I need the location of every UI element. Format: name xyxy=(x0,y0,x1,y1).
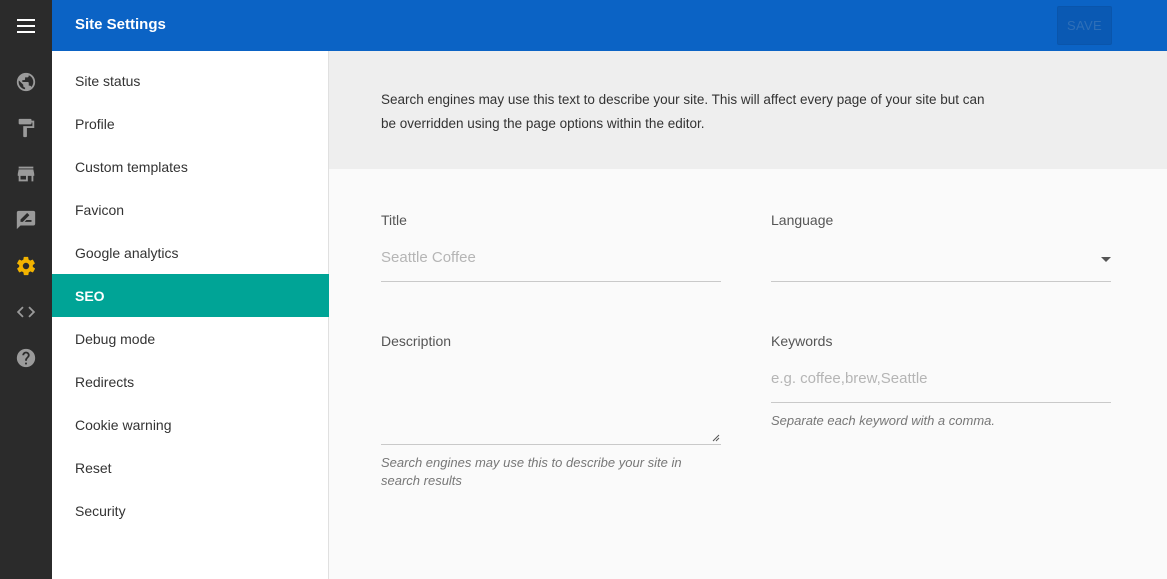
language-underline xyxy=(771,281,1111,282)
code-icon[interactable] xyxy=(0,289,52,335)
settings-menu: Site status Profile Custom templates Fav… xyxy=(52,51,329,579)
menu-item-debug-mode[interactable]: Debug mode xyxy=(52,317,329,360)
keywords-hint: Separate each keyword with a comma. xyxy=(771,413,995,428)
edit-note-icon[interactable] xyxy=(0,197,52,243)
title-underline xyxy=(381,281,721,282)
top-app-bar: Site Settings SAVE xyxy=(52,0,1167,51)
help-icon[interactable] xyxy=(0,335,52,381)
keywords-underline xyxy=(771,402,1111,403)
keywords-label: Keywords xyxy=(771,333,833,349)
title-input[interactable]: Seattle Coffee xyxy=(381,249,721,266)
paint-roller-icon[interactable] xyxy=(0,105,52,151)
menu-item-custom-templates[interactable]: Custom templates xyxy=(52,145,329,188)
resize-handle-icon[interactable] xyxy=(712,434,720,442)
menu-item-reset[interactable]: Reset xyxy=(52,446,329,489)
keywords-input[interactable]: e.g. coffee,brew,Seattle xyxy=(771,370,1111,387)
menu-item-security[interactable]: Security xyxy=(52,489,329,532)
menu-icon[interactable] xyxy=(0,0,52,51)
language-select[interactable] xyxy=(771,249,1091,271)
globe-icon[interactable] xyxy=(0,59,52,105)
gear-icon[interactable] xyxy=(0,243,52,289)
icon-rail xyxy=(0,0,52,579)
menu-item-favicon[interactable]: Favicon xyxy=(52,188,329,231)
description-textarea[interactable] xyxy=(381,362,721,444)
language-label: Language xyxy=(771,212,834,228)
page-title: Site Settings xyxy=(75,16,166,33)
chevron-down-icon[interactable] xyxy=(1101,257,1111,262)
menu-item-cookie-warning[interactable]: Cookie warning xyxy=(52,403,329,446)
banner-text: Search engines may use this text to desc… xyxy=(381,92,985,131)
menu-item-seo[interactable]: SEO xyxy=(52,274,329,317)
title-label: Title xyxy=(381,212,407,228)
menu-item-profile[interactable]: Profile xyxy=(52,102,329,145)
description-underline xyxy=(381,444,721,445)
description-label: Description xyxy=(381,333,452,349)
store-icon[interactable] xyxy=(0,151,52,197)
save-button[interactable]: SAVE xyxy=(1057,6,1112,45)
menu-item-site-status[interactable]: Site status xyxy=(52,59,329,102)
description-hint: Search engines may use this to describe … xyxy=(381,455,682,488)
info-banner: Search engines may use this text to desc… xyxy=(329,51,1167,169)
menu-item-google-analytics[interactable]: Google analytics xyxy=(52,231,329,274)
menu-item-redirects[interactable]: Redirects xyxy=(52,360,329,403)
